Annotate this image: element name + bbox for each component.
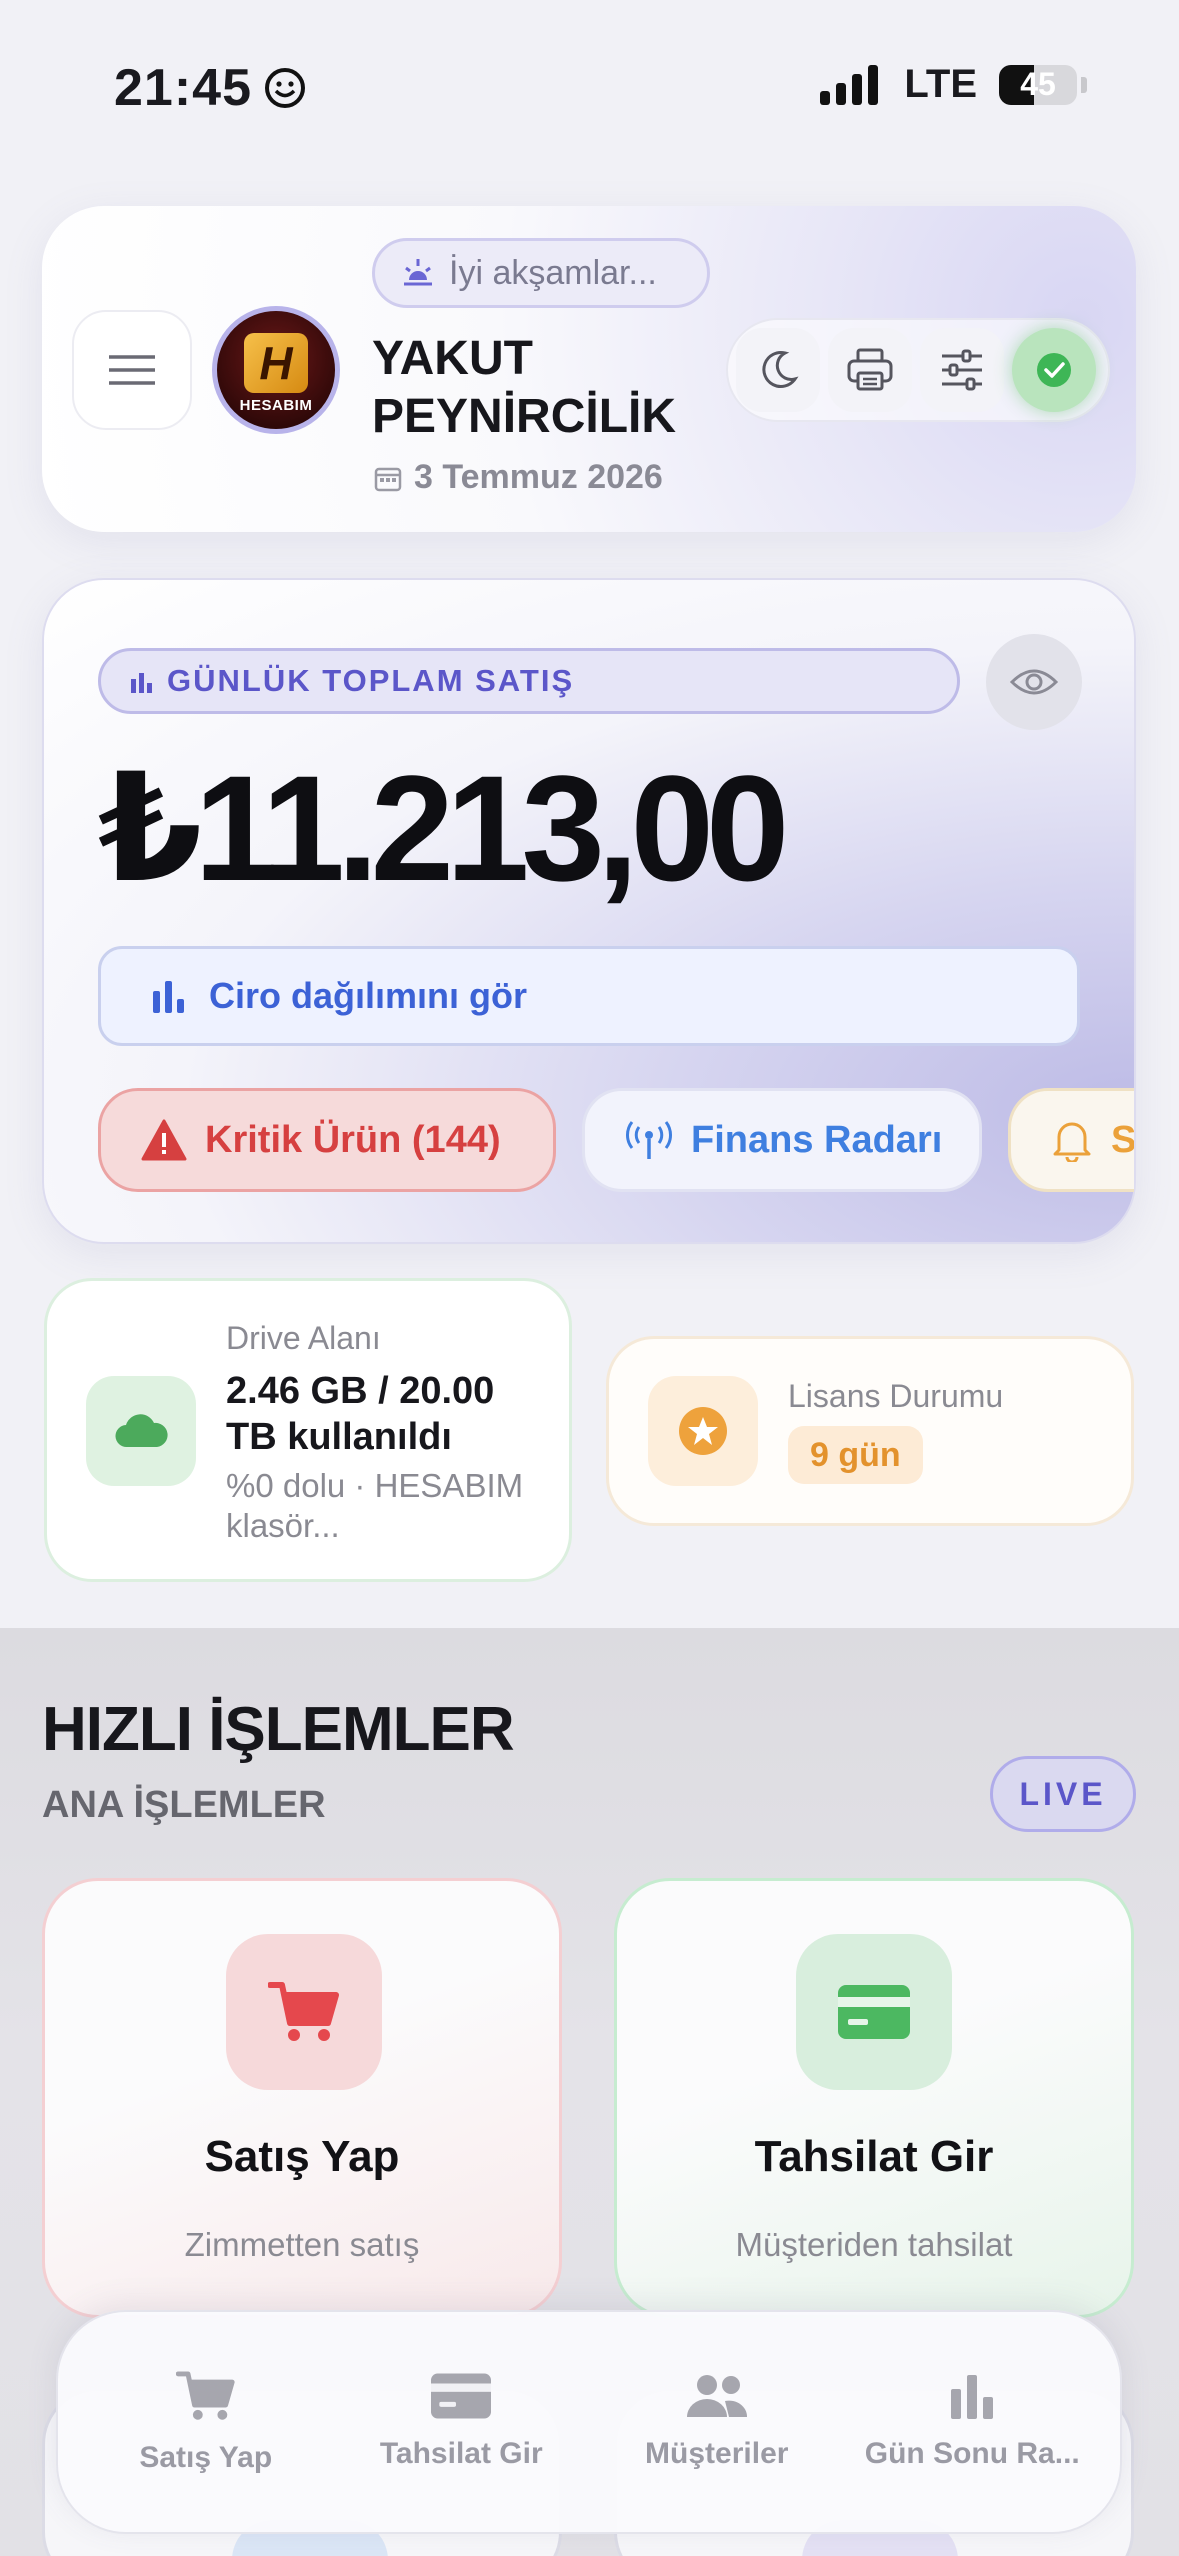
- company-logo: H HESABIM: [212, 306, 340, 434]
- critical-products-label: Kritik Ürün (144): [205, 1118, 501, 1161]
- company-name: YAKUT PEYNİRCİLİK: [372, 330, 676, 446]
- drive-usage: 2.46 GB / 20.00 TB kullanıldı: [226, 1370, 495, 1458]
- drive-icon-badge: [86, 1376, 196, 1486]
- bar-chart-icon: [153, 981, 184, 1013]
- collection-action-label: Tahsilat Gir: [754, 2132, 994, 2181]
- nav-label-collection: Tahsilat Gir: [379, 2437, 543, 2470]
- status-time: 21:45: [114, 58, 306, 118]
- bar-chart-icon: [131, 673, 152, 693]
- critical-products-chip[interactable]: Kritik Ürün (144): [98, 1088, 556, 1192]
- nav-label-customers: Müşteriler: [645, 2437, 789, 2470]
- hamburger-icon: [109, 355, 155, 385]
- card-icon: [838, 1985, 910, 2039]
- nav-label-day-end-report: Gün Sonu Ra...: [864, 2437, 1080, 2470]
- bell-icon: [1053, 1122, 1091, 1162]
- bar-chart-icon: [951, 2375, 994, 2419]
- notifications-label: S: [1111, 1118, 1134, 1161]
- quick-chip-row: Kritik Ürün (144) Finans Radarı S: [98, 1088, 1134, 1196]
- daily-sales-label-pill: GÜNLÜK TOPLAM SATIŞ: [98, 648, 960, 714]
- sliders-icon: [942, 349, 982, 391]
- revenue-breakdown-button[interactable]: Ciro dağılımını gör: [98, 946, 1080, 1046]
- logo-mark: H: [244, 332, 308, 393]
- quick-actions-title: HIZLI İŞLEMLER: [42, 1695, 515, 1764]
- warning-icon: [141, 1119, 187, 1161]
- drive-title: Drive Alanı: [226, 1320, 381, 1356]
- nav-item-collection[interactable]: Tahsilat Gir: [336, 2373, 586, 2471]
- sale-icon-badge: [226, 1934, 382, 2090]
- daily-sales-amount: ₺11.213,00: [98, 744, 789, 912]
- license-icon-badge: [648, 1376, 758, 1486]
- toggle-visibility-button[interactable]: [986, 634, 1082, 730]
- settings-button[interactable]: [920, 328, 1004, 412]
- finance-radar-label: Finans Radarı: [691, 1118, 943, 1161]
- calendar-icon: [374, 467, 402, 491]
- sunset-icon: [404, 259, 432, 286]
- network-label: LTE: [904, 62, 977, 106]
- date-label: 3 Temmuz 2026: [414, 458, 663, 496]
- signal-icon: [820, 64, 879, 105]
- status-ok-button[interactable]: [1012, 328, 1096, 412]
- revenue-breakdown-label: Ciro dağılımını gör: [209, 975, 528, 1016]
- license-days-badge: 9 gün: [788, 1426, 923, 1484]
- greeting-text: İyi akşamlar...: [449, 253, 657, 292]
- status-indicators: LTE 45: [820, 62, 1087, 107]
- moon-icon: [762, 351, 799, 388]
- license-title: Lisans Durumu: [788, 1378, 1004, 1414]
- sale-action-subtitle: Zimmetten satış: [184, 2226, 420, 2263]
- cart-icon: [268, 1982, 339, 2041]
- smiley-icon: [265, 68, 305, 108]
- dark-mode-button[interactable]: [736, 328, 820, 412]
- nav-item-customers[interactable]: Müşteriler: [592, 2373, 842, 2471]
- nav-label-sale: Satış Yap: [139, 2441, 273, 2474]
- cloud-icon: [115, 1414, 168, 1448]
- header-tools: [726, 318, 1110, 422]
- star-badge-icon: [679, 1407, 727, 1455]
- cart-icon: [175, 2371, 235, 2420]
- card-icon: [431, 2373, 492, 2419]
- print-button[interactable]: [828, 328, 912, 412]
- eye-icon: [1010, 669, 1058, 695]
- nav-item-sale[interactable]: Satış Yap: [81, 2369, 331, 2475]
- greeting-pill: İyi akşamlar...: [372, 238, 710, 308]
- battery-percent: 45: [1020, 66, 1056, 102]
- users-icon: [686, 2375, 747, 2417]
- daily-sales-label: GÜNLÜK TOPLAM SATIŞ: [167, 663, 575, 698]
- battery-icon: 45: [999, 64, 1077, 105]
- check-circle-icon: [1037, 353, 1071, 387]
- collection-icon-badge: [796, 1934, 952, 2090]
- menu-button[interactable]: [72, 310, 192, 430]
- finance-radar-chip[interactable]: Finans Radarı: [582, 1088, 982, 1192]
- sale-action-label: Satış Yap: [204, 2132, 400, 2181]
- nav-item-day-end-report[interactable]: Gün Sonu Ra...: [847, 2373, 1097, 2471]
- radar-icon: [625, 1121, 673, 1159]
- battery-tip: [1081, 76, 1087, 93]
- notifications-chip[interactable]: S: [1008, 1088, 1134, 1192]
- company-name-line1: YAKUT: [372, 332, 533, 385]
- company-name-line2: PEYNİRCİLİK: [372, 390, 677, 443]
- date-row: 3 Temmuz 2026: [374, 458, 663, 497]
- drive-detail: %0 dolu · HESABIM klasör...: [226, 1467, 524, 1544]
- live-badge: LIVE: [990, 1756, 1136, 1832]
- logo-wordmark: HESABIM: [239, 396, 313, 414]
- bottom-navigation: Satış Yap Tahsilat Gir Müşteriler Gün So…: [56, 2310, 1122, 2534]
- collection-action-subtitle: Müşteriden tahsilat: [735, 2226, 1013, 2263]
- time-label: 21:45: [114, 59, 252, 117]
- quick-actions-subtitle: ANA İŞLEMLER: [42, 1784, 326, 1826]
- printer-icon: [847, 348, 893, 391]
